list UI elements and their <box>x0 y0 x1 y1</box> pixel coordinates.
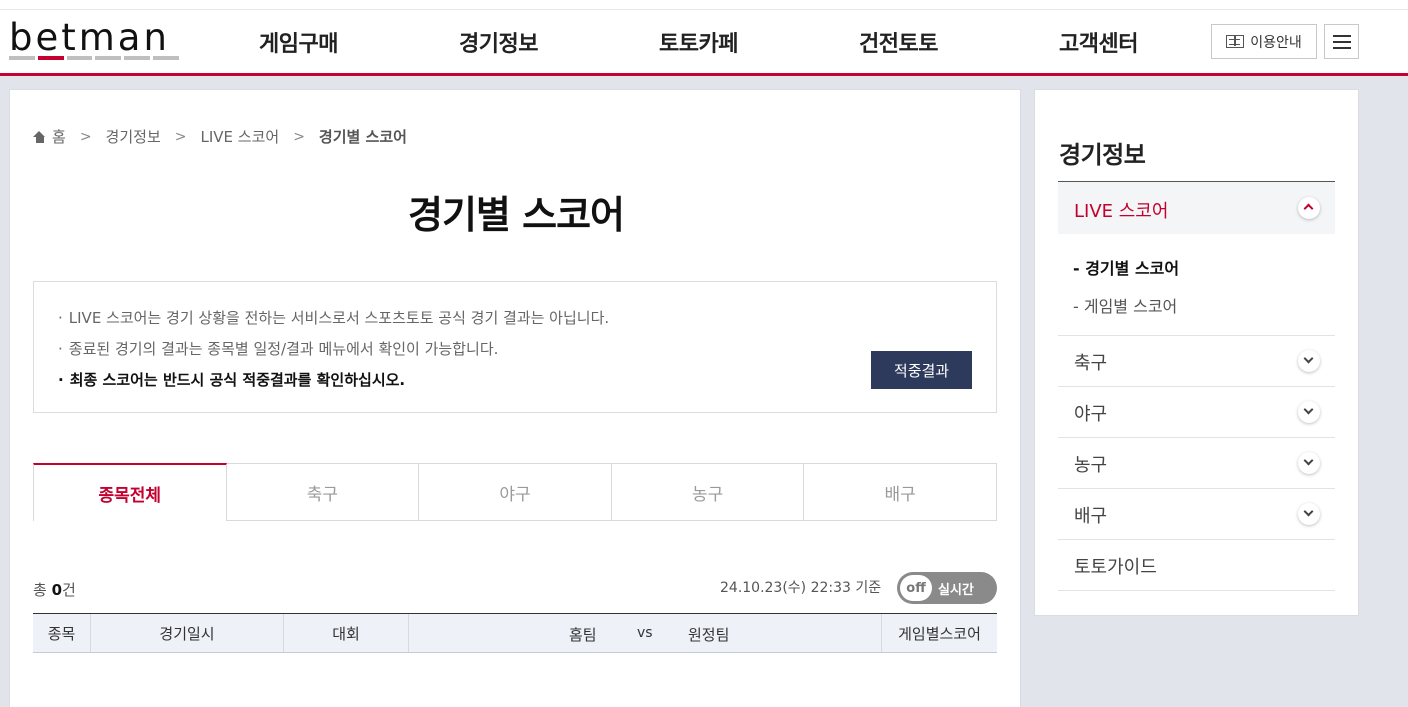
page-title: 경기별 스코어 <box>408 193 625 237</box>
side-item-toto-guide[interactable]: 토토가이드 <box>1058 539 1335 590</box>
side-item-live-score[interactable]: LIVE 스코어 <box>1058 182 1335 234</box>
side-menu-title: 경기정보 <box>1059 141 1146 169</box>
updated-timestamp: 24.10.23(수) 22:33 기준 <box>720 580 882 596</box>
side-item-volleyball[interactable]: 배구 <box>1058 488 1335 539</box>
column-header-sport: 종목 <box>33 614 91 652</box>
tab-volleyball[interactable]: 배구 <box>804 463 997 521</box>
nav-toto-cafe[interactable]: 토토카페 <box>659 26 738 58</box>
expand-button[interactable] <box>1298 350 1320 372</box>
nav-game-purchase[interactable]: 게임구매 <box>259 26 338 58</box>
side-item-soccer[interactable]: 축구 <box>1058 335 1335 386</box>
side-divider <box>1058 590 1335 591</box>
chevron-down-icon <box>1303 404 1314 415</box>
nav-match-info[interactable]: 경기정보 <box>459 26 538 58</box>
toggle-label: 실시간 <box>938 583 974 598</box>
expand-button[interactable] <box>1298 503 1320 525</box>
column-header-game-score: 게임별스코어 <box>898 624 981 643</box>
notice-line: · 종료된 경기의 결과는 종목별 일정/결과 메뉴에서 확인이 가능합니다. <box>58 340 499 358</box>
expand-button[interactable] <box>1298 452 1320 474</box>
side-item-label: LIVE 스코어 <box>1074 201 1169 222</box>
header-top-divider <box>0 9 1408 10</box>
betman-logo[interactable]: betman <box>9 16 179 61</box>
breadcrumb-match-info[interactable]: 경기정보 <box>106 126 161 147</box>
column-header-home: 홈팀 <box>569 626 597 644</box>
notice-line-emphasis: · 최종 스코어는 반드시 공식 적중결과를 확인하십시오. <box>58 371 406 389</box>
side-subitem-game-score[interactable]: - 게임별 스코어 <box>1073 293 1177 317</box>
logo-underline <box>9 56 179 60</box>
toggle-knob: off <box>900 575 932 601</box>
chevron-right-icon: > <box>293 128 305 145</box>
breadcrumb-current: 경기별 스코어 <box>318 128 407 146</box>
tab-basketball[interactable]: 농구 <box>611 463 805 521</box>
usage-guide-button[interactable]: 이용안내 <box>1211 24 1317 59</box>
score-table-header: 종목 경기일시 대회 홈팀 vs 원정팀 게임별스코어 <box>33 613 997 653</box>
side-menu: 경기정보 LIVE 스코어 - 경기별 스코어 - 게임별 스코어 축구 야구 … <box>1034 89 1359 616</box>
chevron-down-icon <box>1303 353 1314 364</box>
tab-soccer[interactable]: 축구 <box>226 463 420 521</box>
usage-guide-label: 이용안내 <box>1250 34 1302 51</box>
hamburger-icon <box>1333 35 1351 37</box>
column-header-vs: vs <box>637 625 653 641</box>
result-count: 총 0건 <box>33 581 76 599</box>
realtime-toggle[interactable]: off 실시간 <box>897 572 997 604</box>
chevron-up-icon <box>1303 203 1314 214</box>
chevron-right-icon: > <box>79 128 92 145</box>
column-header-teams: 홈팀 vs 원정팀 <box>409 614 882 652</box>
main-content: 홈 > 경기정보 > LIVE 스코어 > 경기별 스코어 경기별 스코어 · L… <box>9 89 1021 707</box>
notice-line: · LIVE 스코어는 경기 상황을 전하는 서비스로서 스포츠토토 공식 경기 … <box>58 309 610 327</box>
logo-text: betman <box>9 16 170 59</box>
chevron-down-icon <box>1303 506 1314 517</box>
winning-result-button[interactable]: 적중결과 <box>871 351 972 389</box>
home-icon <box>33 130 46 143</box>
side-item-basketball[interactable]: 농구 <box>1058 437 1335 488</box>
column-header-league: 대회 <box>284 614 409 652</box>
expand-button[interactable] <box>1298 401 1320 423</box>
notice-box: · LIVE 스코어는 경기 상황을 전하는 서비스로서 스포츠토토 공식 경기 … <box>33 281 997 413</box>
header-accent-line <box>0 73 1408 76</box>
nav-customer-center[interactable]: 고객센터 <box>1059 26 1138 58</box>
tab-all-sports[interactable]: 종목전체 <box>33 463 227 521</box>
hamburger-menu-button[interactable] <box>1324 24 1359 59</box>
side-item-baseball[interactable]: 야구 <box>1058 386 1335 437</box>
side-subitem-match-score[interactable]: - 경기별 스코어 <box>1073 255 1179 279</box>
chevron-down-icon <box>1303 455 1314 466</box>
collapse-button[interactable] <box>1298 197 1320 219</box>
column-header-datetime: 경기일시 <box>91 614 284 652</box>
breadcrumb: 홈 > 경기정보 > LIVE 스코어 > 경기별 스코어 <box>33 126 407 147</box>
tab-baseball[interactable]: 야구 <box>419 463 612 521</box>
sport-tabs: 종목전체 축구 야구 농구 배구 <box>33 463 997 521</box>
book-icon <box>1226 35 1245 48</box>
column-header-away: 원정팀 <box>688 626 730 644</box>
breadcrumb-home[interactable]: 홈 <box>33 126 66 147</box>
chevron-right-icon: > <box>174 128 187 145</box>
breadcrumb-live-score[interactable]: LIVE 스코어 <box>200 126 279 147</box>
site-header: betman 게임구매 경기정보 토토카페 건전토토 고객센터 이용안내 <box>0 0 1408 76</box>
nav-healthy-toto[interactable]: 건전토토 <box>859 26 938 58</box>
